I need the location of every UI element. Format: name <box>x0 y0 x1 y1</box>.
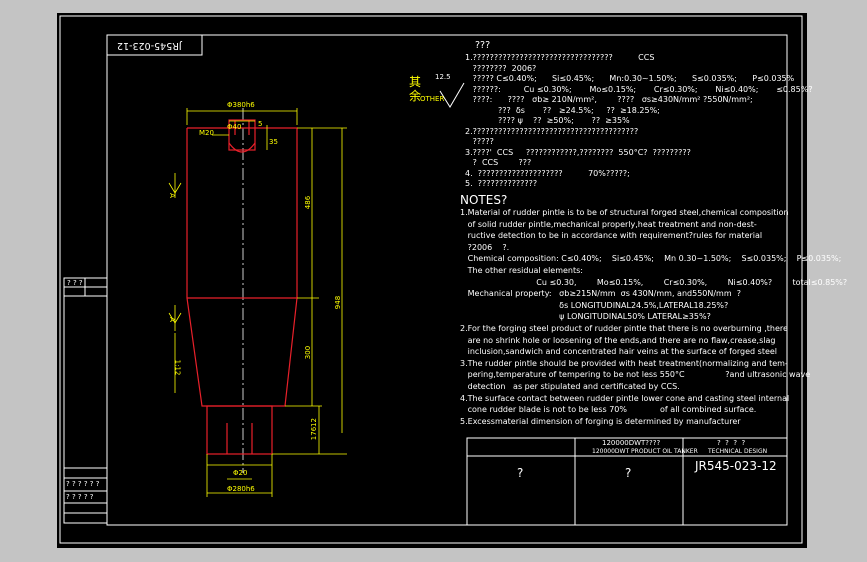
dim-thread: M20 <box>199 129 214 137</box>
english-note-line: pering,temperature of tempering to be no… <box>460 370 811 380</box>
chinese-note-line: 1.????????????????????????????????? CCS <box>465 53 655 62</box>
chinese-title: ??? <box>475 40 491 51</box>
english-note-line: 3.The rudder pintle should be provided w… <box>460 358 788 368</box>
chinese-note-line: ????? <box>465 137 494 146</box>
dim-len-12: 12 <box>309 418 318 427</box>
dim-small-t: 5 <box>258 120 263 128</box>
dim-len-shaft: 176 <box>310 426 319 441</box>
english-note-line: ?2006 ?. <box>460 242 510 252</box>
english-note-line: δs LONGITUDINAL24.5%,LATERAL18.25%? <box>460 300 729 310</box>
title-code-cell: ? <box>625 466 632 480</box>
english-note-line: inclusion,sandwich and concentrated hair… <box>460 347 778 357</box>
drawing-sheet: JR545-023-12 Φ380h6 Φ40 M20 35 5 486 948… <box>57 13 847 548</box>
dim-len-cone: 300 <box>304 345 313 360</box>
dim-hole: Φ20 <box>233 469 248 477</box>
dimension-lines <box>168 108 347 497</box>
other-label: OTHER <box>420 95 445 103</box>
english-note-line: detection as per stipulated and certific… <box>460 382 680 391</box>
english-note-line: Cu ≤0.30, Mo≤0.15%, Cr≤0.30%, Ni≤0.40%? … <box>460 277 848 287</box>
section-a-mid: A <box>167 317 176 322</box>
left-tag-1: ? ? ? <box>67 279 83 287</box>
chinese-note-line: ???? ψ ?? ≥50%; ?? ≥35% <box>465 116 630 125</box>
english-note-line: ructive detection to be in accordance wi… <box>460 231 763 241</box>
chinese-note-line: 2.??????????????????????????????????????… <box>465 126 639 136</box>
title-name-cell: ? <box>517 466 524 480</box>
pintle-outline <box>186 119 298 455</box>
english-note-line: cone rudder blade is not to be less 70% … <box>460 405 757 415</box>
english-note-line: The other residual elements: <box>460 266 583 275</box>
roughness-value: 12.5 <box>435 73 451 81</box>
dim-top-diameter: Φ380h6 <box>227 101 255 109</box>
chinese-note-line: ??? δs ?? ≥24.5%; ?? ≥18.25%; <box>465 105 660 115</box>
english-note-line: 1.Material of rudder pintle is to be of … <box>460 208 789 217</box>
chinese-note-line: 3.????' CCS ????????????,???????? 550°C?… <box>465 147 691 157</box>
english-note-line: 2.For the forging steel product of rudde… <box>460 324 788 333</box>
dim-len-upper: 486 <box>304 195 313 210</box>
dim-small-35: 35 <box>269 138 278 146</box>
dim-taper: 1:12 <box>173 359 182 376</box>
section-a-top: A <box>167 193 176 198</box>
chinese-note-line: ? CCS ??? <box>465 158 532 167</box>
chinese-note-line: ???????? 2006? <box>465 63 537 73</box>
dept-en: TECHNICAL DESIGN <box>708 448 768 455</box>
english-note-line: are no shrink hole or loosening of the e… <box>460 335 776 345</box>
chinese-note-line: ????: ???? σb≥ 210N/mm², ???? σs≥430N/mm… <box>465 95 753 104</box>
dim-bore: Φ40 <box>227 123 242 131</box>
dim-len-total: 948 <box>334 295 343 310</box>
chinese-note-line: 5. ?????????????? <box>465 179 538 188</box>
left-tag-2: ? ? ? ? ? ? <box>66 480 100 488</box>
english-note-line: ψ LONGITUDINAL50% LATERAL≥35%? <box>460 312 711 322</box>
dim-bottom-diameter: Φ280h6 <box>227 485 255 493</box>
company-en: 120000DWT PRODUCT OIL TANKER <box>592 448 698 455</box>
chinese-note-line: ????? C≤0.40%; Si≤0.45%; Mn:0.30~1.50%; … <box>465 74 795 83</box>
left-tag-3: ? ? ? ? ? <box>66 493 94 501</box>
chinese-note-line: 4. ???????????????????? 70%?????; <box>465 168 630 178</box>
english-note-line: of solid rudder pintle,mechanical proper… <box>460 219 757 229</box>
english-note-line: Chemical composition: C≤0.40%; Si≤0.45%;… <box>460 254 842 264</box>
english-note-line: 4.The surface contact between rudder pin… <box>460 393 790 403</box>
rotated-drawing-number: JR545-023-12 <box>117 40 182 51</box>
english-note-line: 5.Excessmaterial dimension of forging is… <box>460 416 741 426</box>
english-note-line: Mechanical property: σb≥215N/mm σs 430N/… <box>460 289 741 299</box>
notes-title: NOTES? <box>460 193 508 207</box>
chinese-note-line: ??????: Cu ≤0.30%; Mo≤0.15%; Cr≤0.30%; N… <box>465 84 813 94</box>
title-drawing-no: JR545-023-12 <box>695 459 777 473</box>
